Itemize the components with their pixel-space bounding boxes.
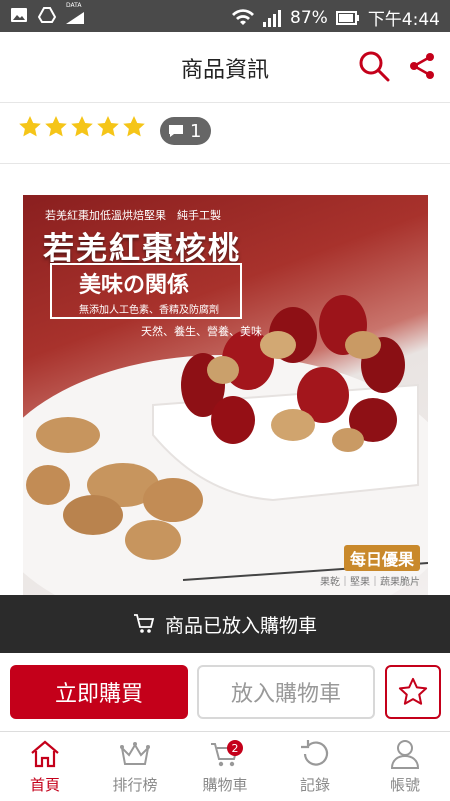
star-icon (97, 116, 119, 137)
gallery-icon (11, 8, 27, 22)
battery-percent: 87% (290, 7, 328, 28)
share-icon (410, 53, 434, 79)
nav-history[interactable]: 記錄 (270, 732, 360, 801)
data-label: DATA (66, 2, 82, 9)
star-icon (45, 116, 67, 137)
comment-icon (169, 125, 183, 137)
wifi-icon (232, 8, 255, 25)
nav-ranking[interactable]: 排行榜 (90, 732, 180, 801)
brand-logo: 每日優果 (343, 545, 420, 571)
status-bar: DATA 87% 下午4:44 (0, 0, 450, 32)
nav-label: 帳號 (389, 776, 420, 794)
rating-stars (18, 115, 146, 139)
nav-home[interactable]: 首頁 (0, 732, 90, 801)
nav-label: 記錄 (299, 776, 330, 794)
clock: 下午4:44 (367, 10, 440, 30)
star-icon (123, 116, 145, 137)
favorite-button[interactable] (385, 665, 441, 719)
image-subtitle: 美味の関係 (79, 273, 190, 298)
share-button[interactable] (404, 48, 440, 84)
history-icon (301, 740, 329, 766)
search-icon (359, 51, 390, 82)
action-bar: 立即購買 放入購物車 (0, 655, 450, 731)
comment-count: 1 (190, 120, 202, 142)
nav-cart[interactable]: 2 購物車 (180, 732, 270, 801)
star-outline-icon (398, 677, 428, 705)
image-tagline: 若羌紅棗加低溫烘焙堅果 純手工製 (45, 209, 221, 222)
nav-label: 首頁 (29, 776, 60, 794)
add-to-cart-button[interactable]: 放入購物車 (197, 665, 375, 719)
rating-row: 1 (0, 103, 450, 164)
nav-account[interactable]: 帳號 (360, 732, 450, 801)
nav-label: 購物車 (202, 776, 248, 794)
image-title: 若羌紅棗核桃 (43, 231, 241, 267)
crown-icon (120, 742, 150, 765)
signal-icon (263, 9, 282, 27)
drive-icon (38, 7, 56, 23)
image-tags: 天然、養生、營養、美味 (141, 325, 262, 338)
product-image[interactable]: 若羌紅棗加低溫烘焙堅果 純手工製 若羌紅棗核桃 美味の関係 無添加人工色素、香精… (23, 195, 428, 595)
user-icon (390, 740, 420, 769)
star-icon (19, 116, 41, 137)
nav-label: 排行榜 (112, 776, 158, 794)
toast-message: 商品已放入購物車 (164, 614, 317, 637)
data-saver-icon: DATA (66, 2, 88, 24)
search-button[interactable] (356, 48, 392, 84)
cart-icon (133, 614, 155, 633)
app-header: 商品資訊 (0, 32, 450, 103)
bottom-nav: 首頁 排行榜 2 購物車 記錄 帳號 (0, 731, 450, 801)
cart-count-badge: 2 (227, 740, 243, 756)
star-icon (71, 116, 93, 137)
buy-now-button[interactable]: 立即購買 (10, 665, 188, 719)
image-note: 無添加人工色素、香精及防腐劑 (79, 305, 219, 316)
home-icon (31, 740, 59, 768)
comments-button[interactable]: 1 (160, 117, 212, 145)
battery-icon (335, 10, 359, 25)
added-to-cart-toast: 商品已放入購物車 (0, 595, 450, 653)
brand-subtitle: 果乾｜堅果｜蔬果脆片 (320, 577, 420, 588)
